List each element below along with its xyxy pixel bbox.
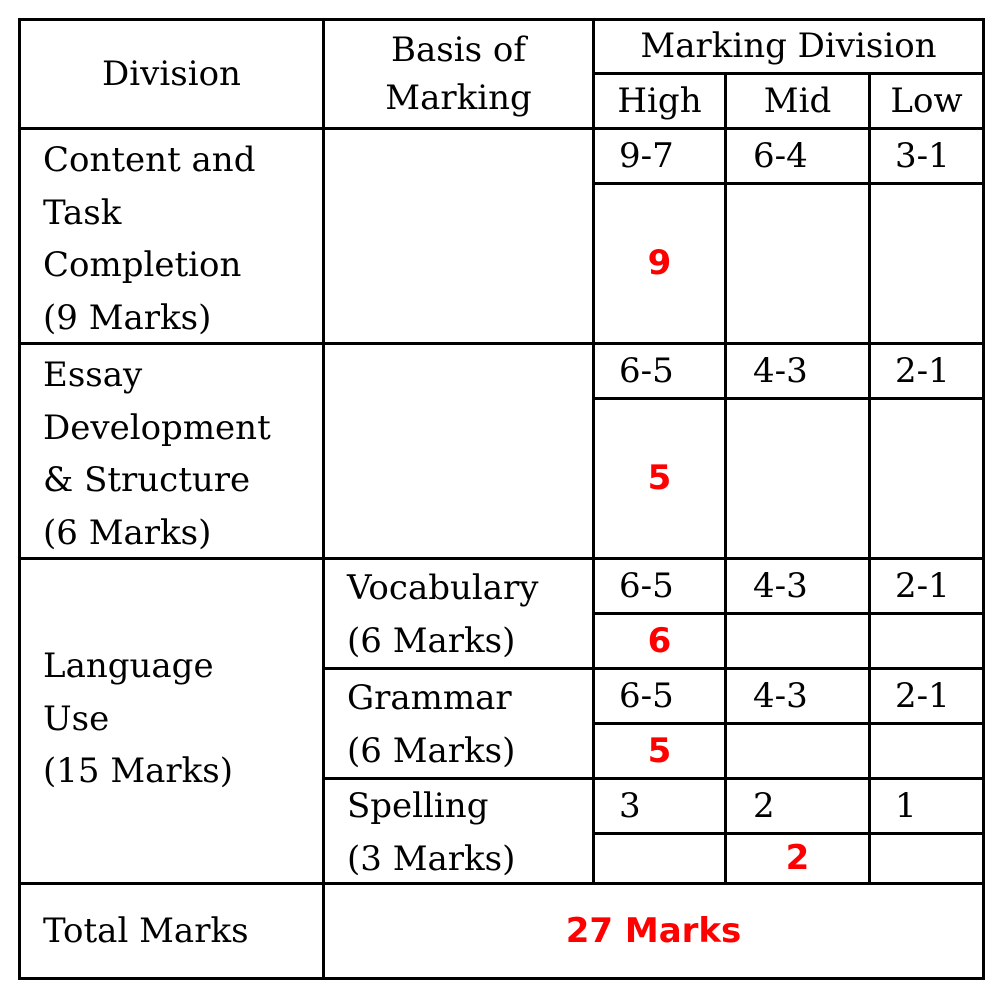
score-value: 5	[647, 730, 672, 771]
header-division: Division	[18, 18, 325, 130]
score-low	[868, 722, 985, 780]
range-value: 2-1	[895, 565, 950, 606]
header-low: Low	[868, 72, 985, 130]
header-basis: Basis of Marking	[322, 18, 595, 130]
range-value: 1	[895, 785, 917, 826]
range-high: 3	[592, 777, 727, 835]
header-high: High	[592, 72, 727, 130]
basis-line: (6 Marks)	[347, 730, 516, 771]
range-value: 2-1	[895, 675, 950, 716]
division-content-task: Content and Task Completion (9 Marks)	[18, 127, 325, 345]
header-low-label: Low	[890, 80, 963, 121]
total-label: Total Marks	[43, 910, 249, 951]
score-high	[592, 832, 727, 885]
score-mid	[724, 612, 871, 670]
range-mid: 4-3	[724, 342, 871, 400]
range-value: 6-4	[753, 135, 808, 176]
score-low	[868, 397, 985, 560]
division-line: Essay	[43, 355, 143, 395]
range-mid: 2	[724, 777, 871, 835]
basis-line: Spelling	[347, 786, 489, 826]
score-high: 5	[592, 397, 727, 560]
division-essay-development: Essay Development & Structure (6 Marks)	[18, 342, 325, 560]
range-low: 2-1	[868, 667, 985, 725]
division-line: Development	[43, 407, 271, 448]
division-line: Language	[43, 646, 214, 686]
range-value: 2	[753, 785, 775, 826]
basis-grammar: Grammar (6 Marks)	[322, 667, 595, 780]
total-value-cell: 27 Marks	[322, 882, 985, 980]
range-value: 3	[619, 785, 641, 826]
basis-content-task	[322, 127, 595, 345]
division-line: Content and	[43, 140, 256, 180]
header-marking-division: Marking Division	[592, 18, 985, 75]
range-value: 6-5	[619, 565, 674, 606]
basis-line: (6 Marks)	[347, 620, 516, 661]
header-basis-line2: Marking	[385, 77, 532, 118]
score-mid	[724, 397, 871, 560]
range-mid: 4-3	[724, 667, 871, 725]
header-high-label: High	[617, 80, 702, 121]
range-value: 9-7	[619, 135, 674, 176]
range-value: 6-5	[619, 675, 674, 716]
header-division-label: Division	[102, 53, 241, 94]
score-value: 5	[647, 458, 672, 499]
range-low: 2-1	[868, 342, 985, 400]
division-line: (9 Marks)	[43, 298, 212, 339]
score-low	[868, 832, 985, 885]
header-mid-label: Mid	[763, 80, 832, 121]
basis-spelling: Spelling (3 Marks)	[322, 777, 595, 885]
division-line: Completion	[43, 245, 242, 286]
score-low	[868, 612, 985, 670]
score-value: 6	[647, 620, 672, 661]
basis-essay-development	[322, 342, 595, 560]
range-value: 6-5	[619, 350, 674, 391]
division-line: (15 Marks)	[43, 751, 233, 792]
score-mid	[724, 182, 871, 345]
score-mid: 2	[724, 832, 871, 885]
range-value: 4-3	[753, 350, 808, 391]
range-value: 2-1	[895, 350, 950, 391]
division-line: (6 Marks)	[43, 513, 212, 554]
range-mid: 6-4	[724, 127, 871, 185]
score-mid	[724, 722, 871, 780]
basis-line: (3 Marks)	[347, 838, 516, 879]
range-high: 6-5	[592, 667, 727, 725]
range-low: 1	[868, 777, 985, 835]
basis-line: Grammar	[347, 678, 512, 718]
score-low	[868, 182, 985, 345]
division-line: & Structure	[43, 460, 251, 501]
total-label-cell: Total Marks	[18, 882, 325, 980]
range-high: 9-7	[592, 127, 727, 185]
range-value: 4-3	[753, 675, 808, 716]
division-language-use: Language Use (15 Marks)	[18, 557, 325, 885]
range-mid: 4-3	[724, 557, 871, 615]
score-value: 9	[647, 243, 672, 284]
score-high: 6	[592, 612, 727, 670]
header-basis-line1: Basis of	[391, 30, 526, 70]
range-high: 6-5	[592, 557, 727, 615]
division-line: Task	[43, 192, 122, 233]
score-high: 9	[592, 182, 727, 345]
header-mid: Mid	[724, 72, 871, 130]
range-low: 3-1	[868, 127, 985, 185]
score-high: 5	[592, 722, 727, 780]
header-marking-division-label: Marking Division	[640, 26, 937, 67]
division-line: Use	[43, 698, 110, 739]
range-low: 2-1	[868, 557, 985, 615]
basis-line: Vocabulary	[347, 568, 539, 608]
basis-vocabulary: Vocabulary (6 Marks)	[322, 557, 595, 670]
total-value: 27 Marks	[565, 910, 742, 951]
score-value: 2	[785, 838, 810, 879]
range-value: 4-3	[753, 565, 808, 606]
range-high: 6-5	[592, 342, 727, 400]
range-value: 3-1	[895, 135, 950, 176]
